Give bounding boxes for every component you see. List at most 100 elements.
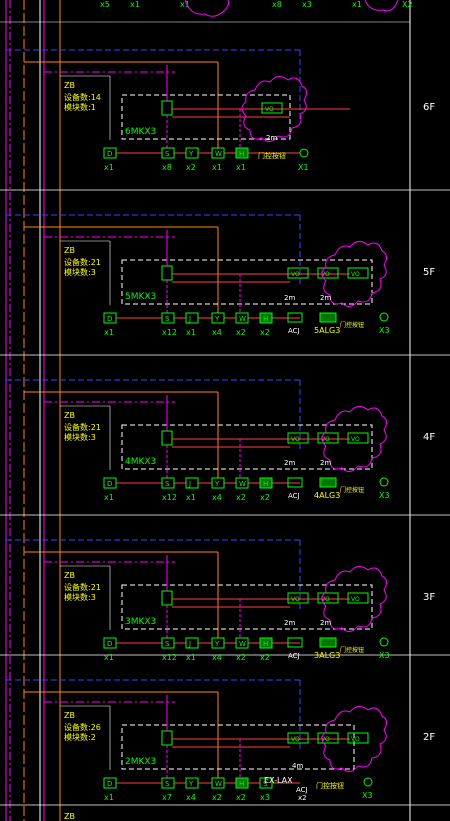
device-symbol xyxy=(185,312,199,324)
vo-module-text: VO xyxy=(291,596,300,603)
right-label: x2 xyxy=(298,794,307,802)
right-label: 2m xyxy=(266,134,277,142)
device-symbol-text: W xyxy=(239,480,246,488)
vo-module-text: VO xyxy=(291,736,300,743)
device-symbol xyxy=(185,637,199,649)
device-count-label: x2 xyxy=(186,163,196,172)
door-button-label: 门控按钮 xyxy=(340,486,364,494)
device-symbol-text: J xyxy=(188,480,191,488)
device-symbol-text: H xyxy=(263,640,268,648)
device-symbol-text: S xyxy=(165,640,170,648)
floor-label: 6F xyxy=(423,102,435,113)
module-count-text: 模块数:3 xyxy=(64,432,96,442)
device-symbol-text: W xyxy=(239,315,246,323)
device-symbol-text: D xyxy=(107,150,112,158)
device-count-label: x1 xyxy=(212,163,222,172)
alg-label: 3ALG3 xyxy=(314,651,340,660)
device-count-label: x1 xyxy=(104,163,114,172)
vo-module-text: VO xyxy=(291,436,300,443)
device-count-label: x1 xyxy=(186,493,196,502)
module-box-label: 5MKX3 xyxy=(125,292,156,302)
device-count-label: x12 xyxy=(162,493,177,502)
device-symbol-text: W xyxy=(215,780,222,788)
device-count-text: 设备数:21 xyxy=(64,422,101,432)
device-symbol-text: S xyxy=(165,315,170,323)
zb-label: ZB xyxy=(64,711,75,720)
zb-label: ZB xyxy=(64,81,75,90)
acj-label: ACJ xyxy=(288,327,300,335)
device-symbol-text: H xyxy=(239,150,244,158)
device-count-label: x2 xyxy=(260,653,270,662)
device-symbol-text: Y xyxy=(188,780,194,788)
device-symbol-text: H xyxy=(239,780,244,788)
device-count-text: 设备数:14 xyxy=(64,92,101,102)
right-label: 2m xyxy=(284,459,295,467)
device-count-label: x2 xyxy=(260,328,270,337)
x-label: X3 xyxy=(362,791,373,800)
floor-3F: 3F ZB 设备数:21模块数:3 3MKX3 Dx1 Sx12 Jx1 Yx4 Wx2 Hx2 V… xyxy=(0,539,450,662)
device-count-label: x1 xyxy=(104,328,114,337)
top-row-label: x8 xyxy=(272,0,282,9)
device-symbol-text: S xyxy=(165,780,170,788)
floor-4F: 4F ZB 设备数:21模块数:3 4MKX3 Dx1 Sx12 Jx1 Yx4 Wx2 Hx2 V… xyxy=(0,379,450,516)
device-count-label: x1 xyxy=(186,653,196,662)
device-symbol-text: Y xyxy=(188,150,194,158)
right-label: 2m xyxy=(284,619,295,627)
top-row-label: X2 xyxy=(402,0,413,9)
floor-label: 4F xyxy=(423,432,435,443)
top-row-label: x1 xyxy=(352,0,362,9)
device-count-text: 设备数:21 xyxy=(64,257,101,267)
vo-module-text: VO xyxy=(351,736,360,743)
device-symbol-text: H xyxy=(263,480,268,488)
device-count-text: 设备数:21 xyxy=(64,582,101,592)
device-symbol-text: Y xyxy=(214,480,220,488)
floor-6F: 6F ZB 设备数:14模块数:1 6MKX3 Dx1 Sx8 Yx2 Wx1 Hx1 VO 2m 门… xyxy=(0,49,450,191)
device-symbol-text: D xyxy=(107,780,112,788)
floor-2F: 2FZB设备数:26模块数:22MKX3Dx1Sx7Yx4Wx2Hx2Sx3VO… xyxy=(0,679,450,806)
top-row-label: x1 xyxy=(130,0,140,9)
device-count-label: x2 xyxy=(236,328,246,337)
device-count-label: x1 xyxy=(236,163,246,172)
device-symbol-text: Y xyxy=(214,640,220,648)
acj-label: ACJ xyxy=(296,786,308,794)
device-count-label: x4 xyxy=(186,793,196,802)
device-count-label: x2 xyxy=(212,793,222,802)
alg-label: 4ALG3 xyxy=(314,491,340,500)
module-count-text: 模块数:2 xyxy=(64,732,96,742)
device-symbol-text: Y xyxy=(214,315,220,323)
zb-label: ZB xyxy=(64,571,75,580)
vo-module-text: VO xyxy=(351,596,360,603)
x-label: X1 xyxy=(298,163,309,172)
device-count-label: x4 xyxy=(212,493,222,502)
device-count-label: x2 xyxy=(236,653,246,662)
device-count-label: x2 xyxy=(236,793,246,802)
device-symbol-text: W xyxy=(239,640,246,648)
device-count-label: x2 xyxy=(260,493,270,502)
alg-label: 5ALG3 xyxy=(314,326,340,335)
device-count-label: x1 xyxy=(186,328,196,337)
device-symbol-text: J xyxy=(188,640,191,648)
device-count-label: x1 xyxy=(104,793,114,802)
device-symbol-text: W xyxy=(215,150,222,158)
bottom-partial-label: EX-LAX xyxy=(264,776,293,785)
fire-alarm-riser-diagram: x5 x1 x1 x8 x3 x1 X2 6F ZB 设备数:14模块数:1 6MKX3 Dx1 Sx8… xyxy=(0,0,450,821)
device-symbol-text: S xyxy=(165,150,170,158)
door-button-label: 门控按钮 xyxy=(340,321,364,329)
bottom-zb-label: ZB xyxy=(64,812,75,821)
device-count-label: x4 xyxy=(212,328,222,337)
door-button-label: 门控按钮 xyxy=(340,646,364,654)
device-symbol-text: D xyxy=(107,480,112,488)
device-count-label: x12 xyxy=(162,328,177,337)
device-symbol xyxy=(185,477,199,489)
device-count-label: x2 xyxy=(236,493,246,502)
top-row-label: x5 xyxy=(100,0,110,9)
zb-label: ZB xyxy=(64,411,75,420)
module-count-text: 模块数:3 xyxy=(64,592,96,602)
top-row-label: x3 xyxy=(302,0,312,9)
floor-label: 2F xyxy=(423,732,435,743)
device-count-text: 设备数:26 xyxy=(64,722,101,732)
device-count-label: x1 xyxy=(104,653,114,662)
door-button-label: 门控按钮 xyxy=(258,151,286,160)
x-label: X3 xyxy=(379,651,390,660)
device-symbol-text: S xyxy=(165,480,170,488)
